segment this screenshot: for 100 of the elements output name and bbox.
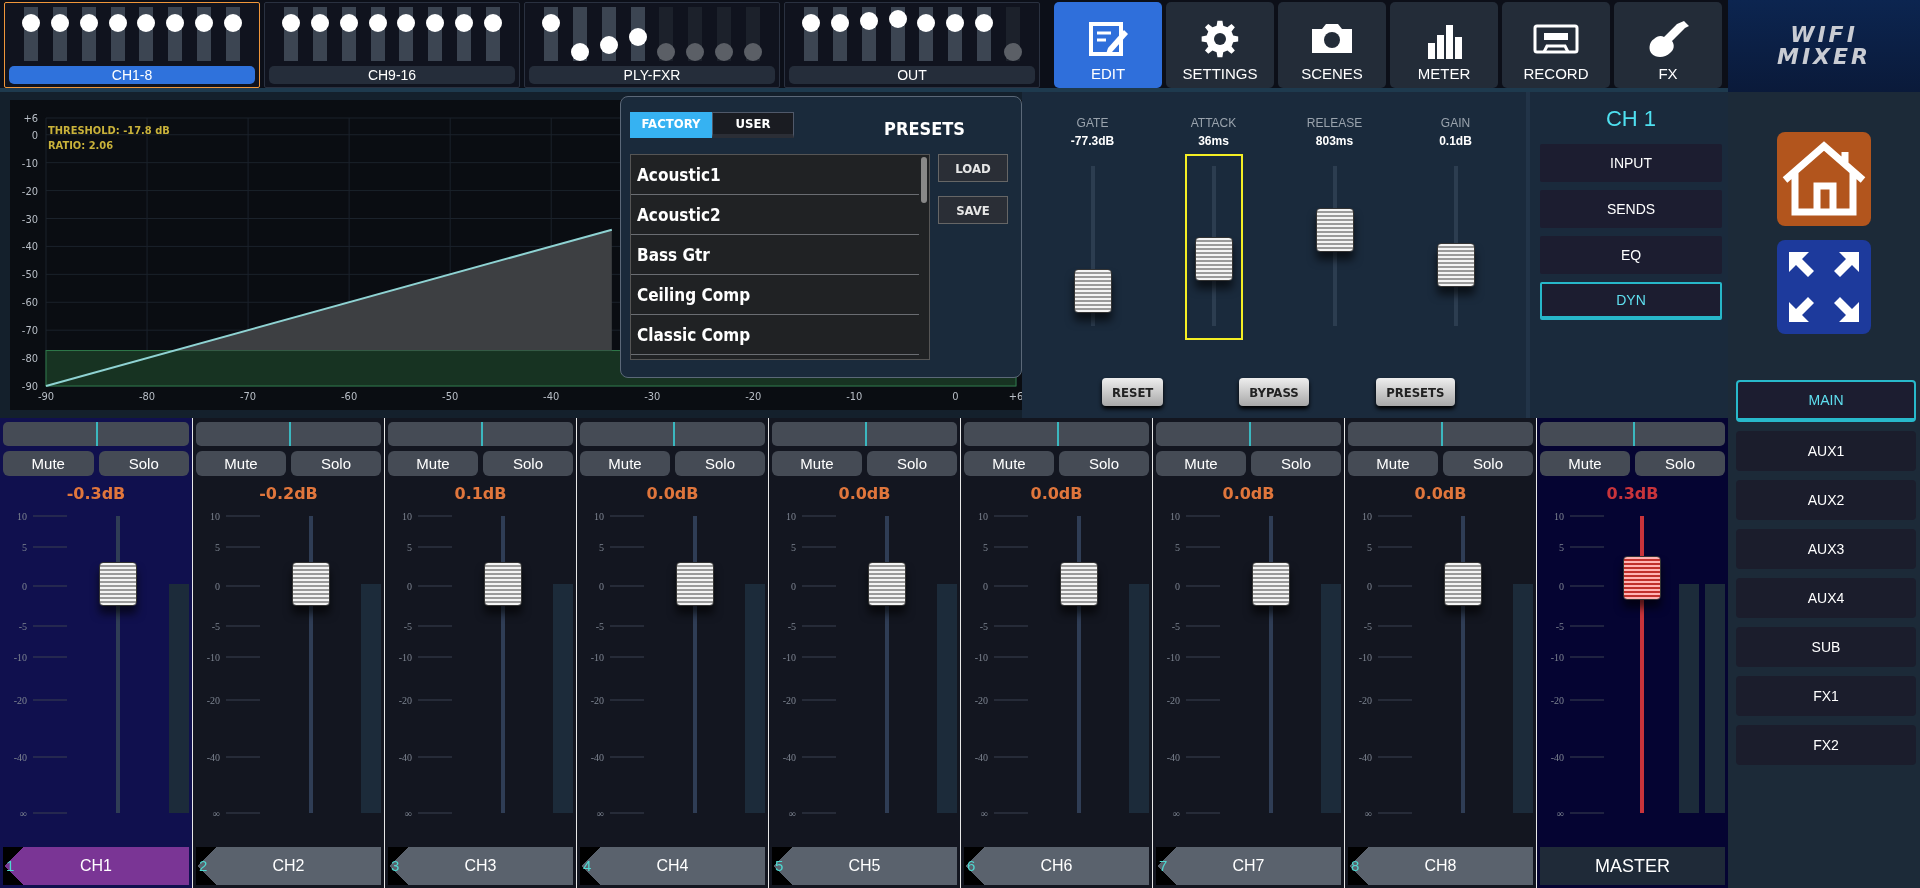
mute-button[interactable]: Mute xyxy=(196,451,286,476)
pan-marker[interactable] xyxy=(480,422,483,446)
preset-item[interactable]: Bass Gtr xyxy=(631,235,919,275)
preset-item[interactable]: Ceiling Comp xyxy=(631,275,919,315)
channel-name-bar[interactable]: 4 CH4 xyxy=(580,847,765,885)
solo-button[interactable]: Solo xyxy=(867,451,957,476)
scale-label: 10 xyxy=(977,510,988,522)
fader-thumb[interactable] xyxy=(1436,243,1475,288)
solo-button[interactable]: Solo xyxy=(675,451,765,476)
nav-button[interactable]: SETTINGS xyxy=(1166,2,1274,88)
nav-button[interactable]: SCENES xyxy=(1278,2,1386,88)
pan-slider[interactable] xyxy=(3,422,189,446)
axis-tick-label: -70 xyxy=(21,324,38,338)
nav-button[interactable]: METER xyxy=(1390,2,1498,88)
fader-thumb[interactable] xyxy=(483,562,522,607)
preset-item[interactable]: Classic Comp xyxy=(631,315,919,355)
pan-marker[interactable] xyxy=(288,422,291,446)
pan-slider[interactable] xyxy=(1540,422,1725,446)
channel-section-tab[interactable]: DYN xyxy=(1540,282,1722,320)
mute-button[interactable]: Mute xyxy=(580,451,670,476)
channel-name-tab[interactable]: MASTER xyxy=(1540,847,1725,885)
nav-button[interactable]: RECORD xyxy=(1502,2,1610,88)
bus-select-button[interactable]: FX1 xyxy=(1736,676,1916,716)
axis-tick-label: -80 xyxy=(21,352,38,366)
scrollbar[interactable] xyxy=(921,157,927,203)
fader-thumb[interactable] xyxy=(1059,562,1098,607)
bus-select-button[interactable]: AUX4 xyxy=(1736,578,1916,618)
bus-select-button[interactable]: AUX1 xyxy=(1736,431,1916,471)
fader-slot[interactable] xyxy=(1184,154,1243,340)
dynamics-button[interactable]: PRESETS xyxy=(1376,378,1455,406)
layer-bank-tab[interactable]: CH1-8 xyxy=(9,66,255,84)
channel-name-bar[interactable]: 3 CH3 xyxy=(388,847,573,885)
fader-thumb[interactable] xyxy=(1194,236,1233,281)
pan-slider[interactable] xyxy=(580,422,765,446)
solo-button[interactable]: Solo xyxy=(1635,451,1725,476)
home-icon[interactable] xyxy=(1777,132,1871,226)
dynamics-button[interactable]: RESET xyxy=(1101,378,1164,406)
fader-thumb[interactable] xyxy=(867,562,906,607)
solo-button[interactable]: Solo xyxy=(1251,451,1341,476)
pan-marker[interactable] xyxy=(1056,422,1059,446)
channel-name-bar[interactable]: 7 CH7 xyxy=(1156,847,1341,885)
fader-thumb[interactable] xyxy=(99,562,137,607)
pan-marker[interactable] xyxy=(1632,422,1635,446)
preset-item[interactable]: Acoustic2 xyxy=(631,195,919,235)
channel-name-bar[interactable]: 1 CH1 xyxy=(3,847,189,885)
solo-button[interactable]: Solo xyxy=(483,451,573,476)
solo-button[interactable]: Solo xyxy=(291,451,381,476)
fader-thumb[interactable] xyxy=(1315,208,1354,252)
channel-section-tab[interactable]: EQ xyxy=(1540,236,1722,274)
solo-button[interactable]: Solo xyxy=(1059,451,1149,476)
channel-name-bar[interactable]: 2 CH2 xyxy=(196,847,381,885)
pan-slider[interactable] xyxy=(196,422,381,446)
fader-thumb[interactable] xyxy=(1251,562,1290,607)
pan-marker[interactable] xyxy=(672,422,675,446)
mute-button[interactable]: Mute xyxy=(964,451,1054,476)
pan-marker[interactable] xyxy=(864,422,867,446)
layer-bank-tab[interactable]: CH9-16 xyxy=(269,66,515,84)
preset-tab[interactable]: USER xyxy=(712,112,794,138)
pan-marker[interactable] xyxy=(96,422,98,446)
fader-thumb[interactable] xyxy=(1073,268,1112,313)
pan-slider[interactable] xyxy=(1348,422,1533,446)
preset-item[interactable]: Acoustic1 xyxy=(631,155,919,195)
dynamics-button[interactable]: BYPASS xyxy=(1239,378,1309,406)
layer-bank-tab[interactable]: PLY-FXR xyxy=(529,66,775,84)
fader-thumb[interactable] xyxy=(291,562,330,607)
nav-button[interactable]: FX xyxy=(1614,2,1722,88)
channel-name-bar[interactable]: 6 CH6 xyxy=(964,847,1149,885)
mute-button[interactable]: Mute xyxy=(1540,451,1630,476)
bus-select-button[interactable]: SUB xyxy=(1736,627,1916,667)
mute-button[interactable]: Mute xyxy=(772,451,862,476)
solo-button[interactable]: Solo xyxy=(98,451,189,476)
expand-icon[interactable] xyxy=(1777,240,1871,334)
fader-thumb[interactable] xyxy=(675,562,714,607)
fader-thumb[interactable] xyxy=(1443,562,1482,607)
bus-select-button[interactable]: FX2 xyxy=(1736,725,1916,765)
nav-button[interactable]: EDIT xyxy=(1054,2,1162,88)
pan-marker[interactable] xyxy=(1248,422,1251,446)
channel-name-bar[interactable]: 5 CH5 xyxy=(772,847,957,885)
channel-section-tab[interactable]: SENDS xyxy=(1540,190,1722,228)
mute-button[interactable]: Mute xyxy=(3,451,94,476)
bus-select-button[interactable]: AUX2 xyxy=(1736,480,1916,520)
mute-button[interactable]: Mute xyxy=(1156,451,1246,476)
pan-slider[interactable] xyxy=(388,422,573,446)
preset-action-button[interactable]: LOAD xyxy=(938,154,1008,182)
bus-select-button[interactable]: AUX3 xyxy=(1736,529,1916,569)
pan-slider[interactable] xyxy=(772,422,957,446)
bus-select-button[interactable]: MAIN xyxy=(1736,380,1916,422)
preset-action-button[interactable]: SAVE xyxy=(938,196,1008,224)
scale-label: -10 xyxy=(589,651,604,663)
channel-name-bar[interactable]: 8 CH8 xyxy=(1348,847,1533,885)
pan-slider[interactable] xyxy=(964,422,1149,446)
mute-button[interactable]: Mute xyxy=(1348,451,1438,476)
scale-label: 5 xyxy=(598,541,604,553)
channel-section-tab[interactable]: INPUT xyxy=(1540,144,1722,182)
layer-bank-tab[interactable]: OUT xyxy=(789,66,1035,84)
pan-marker[interactable] xyxy=(1440,422,1443,446)
fader-thumb[interactable] xyxy=(1622,556,1661,601)
mute-button[interactable]: Mute xyxy=(388,451,478,476)
pan-slider[interactable] xyxy=(1156,422,1341,446)
solo-button[interactable]: Solo xyxy=(1443,451,1533,476)
